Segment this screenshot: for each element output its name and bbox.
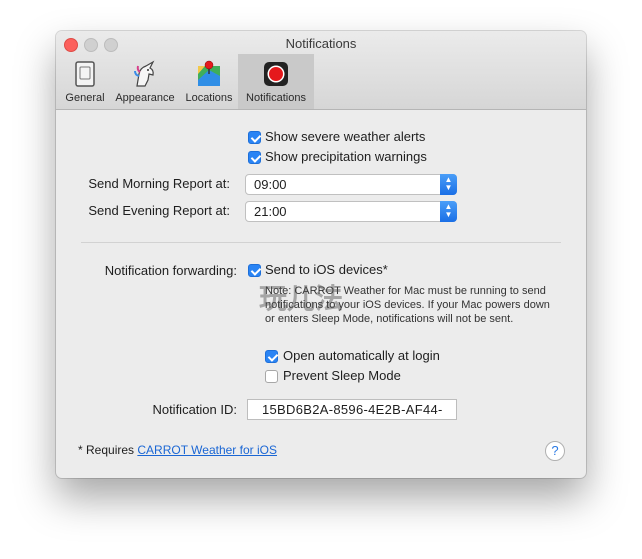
morning-report-label: Send Morning Report at: bbox=[88, 176, 230, 191]
precip-warnings-checkbox[interactable] bbox=[248, 151, 261, 164]
evening-report-popup[interactable]: 21:00 ▲ ▼ bbox=[245, 201, 457, 222]
preferences-window: Notifications General Appearance Locatio… bbox=[56, 31, 586, 478]
tab-appearance[interactable]: Appearance bbox=[110, 54, 180, 109]
titlebar: Notifications General Appearance Locatio… bbox=[56, 31, 586, 110]
open-login-label: Open automatically at login bbox=[283, 348, 440, 363]
record-icon bbox=[264, 62, 288, 86]
tab-notifications-label: Notifications bbox=[246, 92, 306, 104]
map-pin-icon bbox=[198, 60, 220, 86]
severe-alerts-label: Show severe weather alerts bbox=[265, 129, 426, 144]
morning-report-value: 09:00 bbox=[254, 177, 287, 192]
footnote: * Requires CARROT Weather for iOS bbox=[78, 443, 277, 457]
evening-report-label: Send Evening Report at: bbox=[88, 203, 230, 218]
precip-warnings-label: Show precipitation warnings bbox=[265, 149, 427, 164]
send-ios-checkbox[interactable] bbox=[248, 264, 261, 277]
evening-report-value: 21:00 bbox=[254, 204, 287, 219]
chevron-updown-icon: ▲ ▼ bbox=[440, 201, 457, 222]
window-title: Notifications bbox=[285, 36, 357, 51]
tab-locations-label: Locations bbox=[185, 92, 233, 104]
tab-notifications[interactable]: Notifications bbox=[238, 54, 314, 109]
send-ios-label: Send to iOS devices* bbox=[265, 262, 388, 277]
notification-id-field[interactable]: 15BD6B2A-8596-4E2B-AF44- bbox=[247, 399, 457, 420]
unicorn-icon bbox=[134, 60, 155, 87]
notification-id-value: 15BD6B2A-8596-4E2B-AF44- bbox=[262, 402, 443, 417]
carrot-ios-link[interactable]: CARROT Weather for iOS bbox=[137, 443, 277, 457]
tab-locations[interactable]: Locations bbox=[180, 54, 238, 109]
prevent-sleep-label: Prevent Sleep Mode bbox=[283, 368, 401, 383]
watermark: 玩儿法 bbox=[259, 283, 344, 314]
tab-general-label: General bbox=[65, 92, 105, 104]
notification-id-label: Notification ID: bbox=[152, 402, 237, 417]
help-icon: ? bbox=[551, 443, 559, 458]
help-button[interactable]: ? bbox=[545, 441, 565, 461]
open-login-checkbox[interactable] bbox=[265, 350, 278, 363]
footnote-prefix: * Requires bbox=[78, 443, 138, 457]
forwarding-label: Notification forwarding: bbox=[104, 263, 237, 278]
severe-alerts-checkbox[interactable] bbox=[248, 131, 261, 144]
tab-appearance-label: Appearance bbox=[115, 92, 175, 104]
prevent-sleep-checkbox[interactable] bbox=[265, 370, 278, 383]
general-icon bbox=[75, 61, 95, 87]
chevron-updown-icon: ▲ ▼ bbox=[440, 174, 457, 195]
tab-general[interactable]: General bbox=[60, 54, 110, 109]
section-divider bbox=[81, 242, 561, 243]
morning-report-popup[interactable]: 09:00 ▲ ▼ bbox=[245, 174, 457, 195]
